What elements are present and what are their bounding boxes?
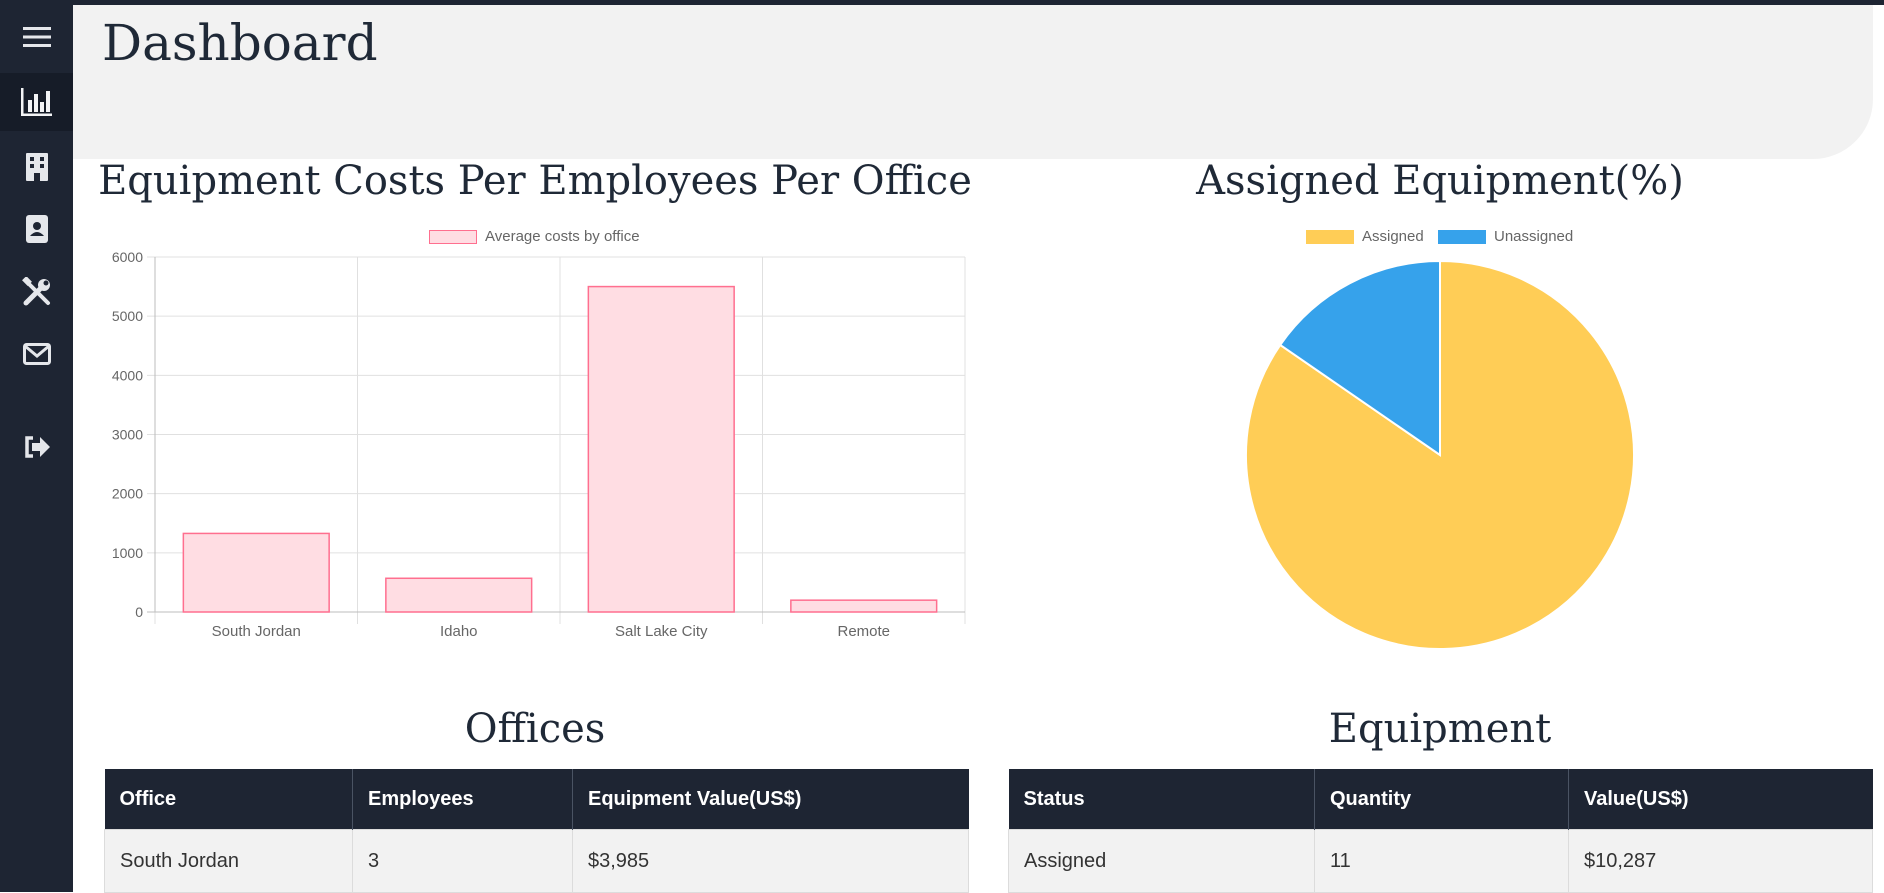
sign-out-icon [24, 436, 50, 458]
building-icon [25, 153, 48, 181]
bar [587, 285, 735, 613]
nav-messages[interactable] [0, 325, 73, 383]
equipment-title: Equipment [1328, 706, 1552, 752]
column-header-employees: Employees [352, 769, 573, 830]
column-header-office: Office [104, 769, 353, 830]
offices-table: Office Employees Equipment Value(US$) So… [104, 769, 969, 893]
chart-bar-icon [20, 88, 52, 116]
pie-legend-swatch-assigned [1306, 229, 1354, 244]
sidebar [0, 0, 73, 892]
y-tick-label: 0 [135, 604, 143, 620]
pie-legend-unassigned[interactable]: Unassigned [1438, 228, 1573, 245]
x-tick-label: Remote [837, 623, 890, 640]
y-tick-label: 1000 [112, 545, 143, 561]
bar-legend-item[interactable]: Average costs by office [429, 228, 640, 245]
x-tick-label: South Jordan [212, 623, 301, 640]
bar-chart-title: Equipment Costs Per Employees Per Office [98, 158, 972, 204]
table-cell: $10,287 [1568, 829, 1873, 893]
menu-icon [22, 27, 51, 47]
y-tick-label: 4000 [112, 367, 143, 383]
column-header-quantity: Quantity [1314, 769, 1569, 830]
pie-legend-assigned[interactable]: Assigned [1306, 228, 1424, 245]
offices-header-row: Office Employees Equipment Value(US$) [104, 769, 969, 830]
table-cell: Assigned [1008, 829, 1315, 893]
equipment-header-row: Status Quantity Value(US$) [1008, 769, 1873, 830]
bar-legend-label: Average costs by office [485, 228, 640, 245]
table-cell: South Jordan [104, 829, 353, 893]
table-cell: $3,985 [572, 829, 969, 893]
envelope-icon [22, 343, 51, 365]
page-title: Dashboard [102, 14, 378, 72]
nav-offices[interactable] [0, 138, 73, 196]
x-tick-label: Idaho [440, 623, 478, 640]
bar [790, 599, 938, 613]
bar-legend-swatch [429, 229, 477, 244]
bar-chart: 0 1000 2000 3000 4000 5000 6000 South Jordan Ida… [112, 249, 966, 640]
equipment-table: Status Quantity Value(US$) Assigned 11 $… [1008, 769, 1873, 893]
nav-equipment[interactable] [0, 263, 73, 321]
pie-chart [1245, 259, 1635, 650]
bar [182, 532, 330, 613]
tools-icon [21, 277, 50, 306]
table-cell: 11 [1314, 829, 1569, 893]
menu-button[interactable] [0, 8, 73, 66]
bar [385, 577, 533, 613]
column-header-status: Status [1008, 769, 1315, 830]
x-tick-label: Salt Lake City [615, 623, 708, 640]
contact-card-icon [25, 215, 48, 243]
offices-title: Offices [464, 706, 606, 752]
column-header-equipment-value: Equipment Value(US$) [572, 769, 969, 830]
pie-legend-label-unassigned: Unassigned [1494, 228, 1574, 245]
y-tick-label: 6000 [112, 249, 143, 265]
nav-employees[interactable] [0, 200, 73, 258]
nav-dashboard[interactable] [0, 73, 73, 131]
nav-logout[interactable] [0, 418, 73, 476]
table-cell: 3 [352, 829, 573, 893]
table-row: Assigned 11 $10,287 [1008, 829, 1873, 893]
y-tick-label: 5000 [112, 308, 143, 324]
column-header-value: Value(US$) [1568, 769, 1873, 830]
y-tick-label: 3000 [112, 427, 143, 443]
y-tick-label: 2000 [112, 486, 143, 502]
pie-legend-swatch-unassigned [1438, 229, 1486, 244]
pie-legend-label-assigned: Assigned [1362, 228, 1424, 245]
pie-chart-title: Assigned Equipment(%) [1196, 158, 1684, 204]
table-row: South Jordan 3 $3,985 [104, 829, 969, 893]
